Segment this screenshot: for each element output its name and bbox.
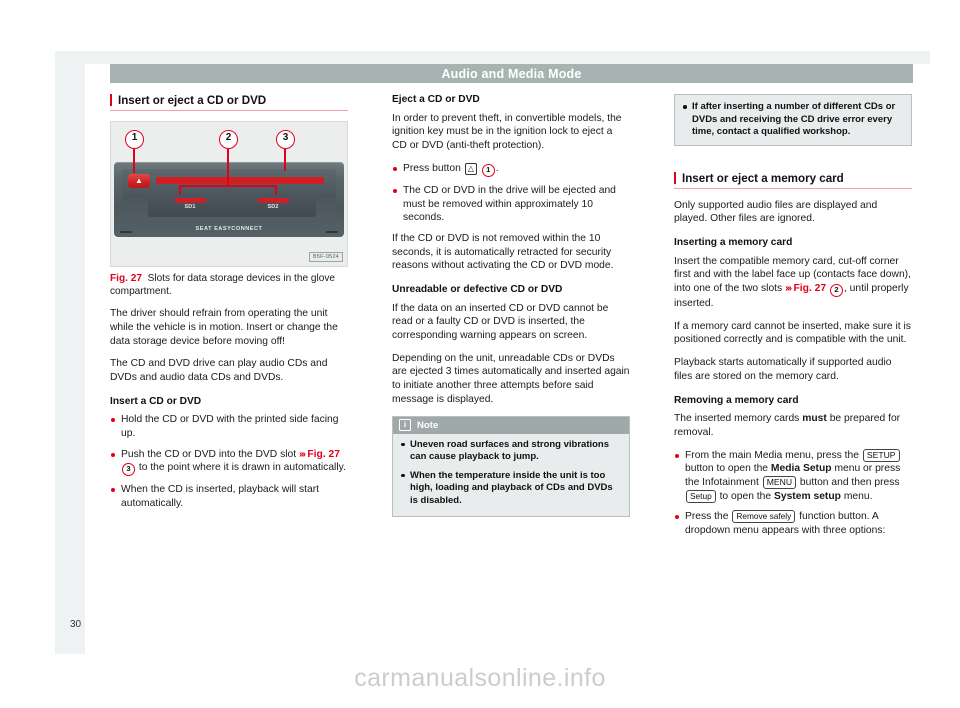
note-bullet-temperature: When the temperature inside the unit is …: [400, 470, 622, 508]
paragraph-drive-capability: The CD and DVD drive can play audio CDs …: [110, 358, 328, 383]
unit-brand-label: SEAT EASYCONNECT: [195, 226, 263, 232]
column-left: Insert or eject a CD or DVD 1 2 3 ▲ SD1 …: [110, 94, 348, 639]
bullet-setup-text-b: button to open the: [685, 463, 769, 475]
section-heading-insert-eject-cd: Insert or eject a CD or DVD: [110, 94, 348, 111]
figure-27-label: Fig. 27: [110, 273, 142, 284]
bullet-remove-safely: Press the Remove safely function button.…: [674, 510, 912, 537]
eject-button-icon: ▲: [128, 174, 150, 188]
page-background: Audio and Media Mode Insert or eject a C…: [55, 51, 930, 654]
note-box-title: Note: [417, 419, 439, 431]
page-number: 30: [70, 619, 82, 630]
inline-callout-1: 1: [481, 163, 495, 177]
subheading-eject-cd: Eject a CD or DVD: [392, 94, 480, 105]
sd1-label: SD1: [184, 204, 196, 210]
paragraph-auto-retract: If the CD or DVD is not removed within t…: [392, 232, 614, 272]
paragraph-playback-auto: Playback starts automatically if support…: [674, 357, 892, 382]
leader-line-2-horizontal: [179, 185, 277, 187]
page-header-bar: Audio and Media Mode: [110, 64, 913, 83]
figure-callout-3: 3: [276, 130, 295, 149]
leader-line-2-branch-right: [275, 185, 277, 195]
figure-27-image: 1 2 3 ▲ SD1 SD2 SEAT EASYCONNECT B5F-052…: [110, 121, 348, 267]
eject-key-icon: △: [464, 162, 477, 175]
media-unit-front-panel: ▲ SD1 SD2 SEAT EASYCONNECT: [114, 162, 344, 237]
system-setup-menu-name: System setup: [773, 490, 841, 502]
page-header-title: Audio and Media Mode: [441, 66, 582, 81]
note-bullet-workshop: If after inserting a number of different…: [682, 101, 904, 139]
figure-27: 1 2 3 ▲ SD1 SD2 SEAT EASYCONNECT B5F-052…: [110, 121, 348, 298]
figure-27-caption: Fig. 27 Slots for data storage devices i…: [110, 272, 348, 298]
dvd-slot: [156, 177, 324, 184]
paragraph-card-not-inserted: If a memory card cannot be inserted, mak…: [674, 320, 911, 346]
paragraph-theft-prevention: In order to prevent theft, in convertibl…: [392, 112, 622, 152]
sd2-slot: [258, 198, 289, 203]
leader-line-2: [227, 147, 229, 185]
bullet-push-cd: Push the CD or DVD into the DVD slot ›››…: [110, 448, 348, 477]
bullet-press-eject-text: Press button: [403, 162, 461, 174]
paragraph-eject-attempts: Depending on the unit, unreadable CDs or…: [392, 352, 630, 405]
figure-27-caption-text: Slots for data storage devices in the gl…: [110, 273, 335, 298]
column-middle: Eject a CD or DVD In order to prevent th…: [392, 94, 630, 639]
subheading-removing-memory-card: Removing a memory card: [674, 394, 799, 406]
paragraph-prepare-removal-a: The inserted memory cards: [674, 413, 800, 425]
bullet-playback-start: When the CD is inserted, playback will s…: [110, 483, 348, 510]
figure-callout-2: 2: [219, 130, 238, 149]
note-box-body: Uneven road surfaces and strong vibratio…: [393, 434, 629, 517]
media-setup-menu-name: Media Setup: [770, 463, 832, 475]
note-bullet-vibrations: Uneven road surfaces and strong vibratio…: [400, 439, 622, 464]
paragraph-prepare-removal: The inserted memory cards must be prepar…: [674, 412, 912, 439]
site-watermark: carmanualsonline.info: [354, 664, 606, 692]
xref-arrows-icon: ›››: [299, 448, 306, 460]
bullet-setup-text-d: button and then press: [799, 477, 900, 489]
bullet-remove-within-10s: The CD or DVD in the drive will be eject…: [392, 184, 630, 225]
bullet-setup-text-f: menu.: [843, 490, 873, 502]
xref-fig-27-b: Fig. 27: [793, 283, 827, 295]
bullet-press-eject: Press button △ 1.: [392, 162, 630, 177]
bullet-push-cd-text-a: Push the CD or DVD into the DVD slot: [121, 448, 297, 460]
paragraph-supported-files: Only supported audio files are displayed…: [674, 199, 878, 225]
leader-line-2-branch-left: [179, 185, 181, 195]
sd1-slot: [175, 198, 206, 203]
inline-callout-2: 2: [829, 284, 843, 298]
paragraph-driver-warning: The driver should refrain from operating…: [110, 308, 338, 347]
paragraph-prepare-removal-must: must: [802, 413, 827, 425]
bullet-setup-text-a: From the main Media menu, press the: [685, 449, 859, 461]
figure-image-code: B5F-0524: [308, 252, 343, 262]
remove-safely-button-key[interactable]: Remove safely: [732, 510, 796, 524]
note-box-header: i Note: [393, 416, 629, 434]
unit-foot-left: [120, 230, 132, 233]
media-unit-inner-face: ▲ SD1 SD2: [122, 169, 336, 219]
paragraph-warning-on-screen: If the data on an inserted CD or DVD can…: [392, 302, 609, 342]
leader-line-3: [284, 147, 286, 171]
section-heading-memory-card: Insert or eject a memory card: [674, 171, 912, 189]
bullet-press-eject-period: .: [495, 162, 499, 174]
leader-line-1: [133, 147, 135, 173]
bullet-hold-cd: Hold the CD or DVD with the printed side…: [110, 413, 348, 440]
sd-card-tray: SD1 SD2: [148, 195, 316, 217]
info-icon: i: [399, 419, 411, 431]
inline-callout-3: 3: [122, 463, 135, 477]
bullet-open-media-setup: From the main Media menu, press the SETU…: [674, 448, 912, 504]
bullet-push-cd-text-b: to the point where it is drawn in automa…: [138, 462, 346, 474]
subheading-inserting-memory-card: Inserting a memory card: [674, 236, 793, 248]
setup-button-key[interactable]: SETUP: [862, 448, 900, 462]
bullet-setup-text-e: to open the: [719, 490, 772, 502]
setup-softkey[interactable]: Setup: [686, 489, 716, 503]
note-box-playback: i Note Uneven road surfaces and strong v…: [392, 415, 630, 518]
xref-arrows-icon-2: ›››: [785, 283, 792, 295]
page-columns: Insert or eject a CD or DVD 1 2 3 ▲ SD1 …: [110, 94, 913, 639]
bullet-remove-safely-text-a: Press the: [685, 511, 729, 523]
menu-button-key[interactable]: MENU: [762, 476, 797, 490]
column-right: If after inserting a number of different…: [674, 94, 912, 639]
figure-callout-1: 1: [125, 130, 144, 149]
subheading-insert-cd: Insert a CD or DVD: [110, 395, 202, 407]
unit-foot-right: [326, 230, 338, 233]
paragraph-insert-memory-card: Insert the compatible memory card, cut-o…: [674, 255, 912, 311]
xref-fig-27-a: Fig. 27: [307, 448, 340, 460]
subheading-unreadable-cd: Unreadable or defective CD or DVD: [392, 283, 563, 295]
note-box-workshop: If after inserting a number of different…: [674, 94, 912, 146]
sd2-label: SD2: [267, 204, 279, 210]
